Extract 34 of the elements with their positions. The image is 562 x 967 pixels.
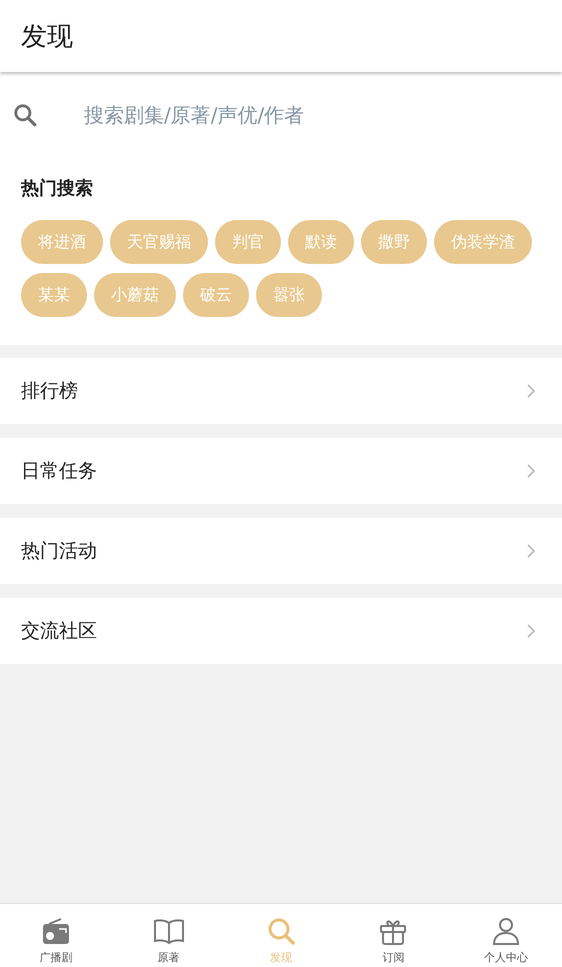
search-tag[interactable]: 小蘑菇	[94, 273, 176, 317]
search-tag[interactable]: 伪装学渣	[434, 220, 532, 264]
search-icon[interactable]	[12, 102, 38, 128]
radio-icon	[41, 916, 72, 946]
chevron-icon	[527, 384, 535, 398]
search-tag[interactable]: 将进酒	[21, 220, 103, 264]
search-tag[interactable]: 撒野	[361, 220, 427, 264]
search-field[interactable]: 搜索剧集/原著/声优/作者	[84, 103, 484, 127]
section-title: 热门搜索	[20, 177, 94, 200]
menu-label: 热门活动	[21, 539, 97, 564]
tab-item[interactable]: 广播剧	[0, 904, 112, 967]
chevron-icon	[527, 544, 535, 558]
tab-item[interactable]: 订阅	[337, 904, 450, 967]
tab-item[interactable]: 个人中心	[450, 904, 562, 967]
search-icon	[266, 916, 296, 946]
menu-row[interactable]: 热门活动	[0, 518, 562, 584]
menu-label: 交流社区	[21, 619, 97, 644]
search-tag[interactable]: 判官	[215, 220, 281, 264]
search-tag[interactable]: 默读	[288, 220, 354, 264]
menu-label: 排行榜	[21, 379, 78, 404]
search-tag[interactable]: 天官赐福	[110, 220, 208, 264]
menu-row[interactable]: 交流社区	[0, 598, 562, 664]
menu-label: 日常任务	[21, 459, 97, 484]
tab-item[interactable]: 发现	[224, 904, 338, 967]
search-tag[interactable]: 嚣张	[256, 273, 322, 317]
menu-row[interactable]: 排行榜	[0, 358, 562, 424]
chevron-icon	[527, 624, 535, 638]
search-tag[interactable]: 破云	[183, 273, 249, 317]
tab-item[interactable]: 原著	[112, 904, 225, 967]
chevron-icon	[527, 464, 535, 478]
page-title: 发现	[21, 20, 73, 54]
person-icon	[490, 916, 521, 946]
search-tag[interactable]: 某某	[21, 273, 87, 317]
menu-row[interactable]: 日常任务	[0, 438, 562, 504]
